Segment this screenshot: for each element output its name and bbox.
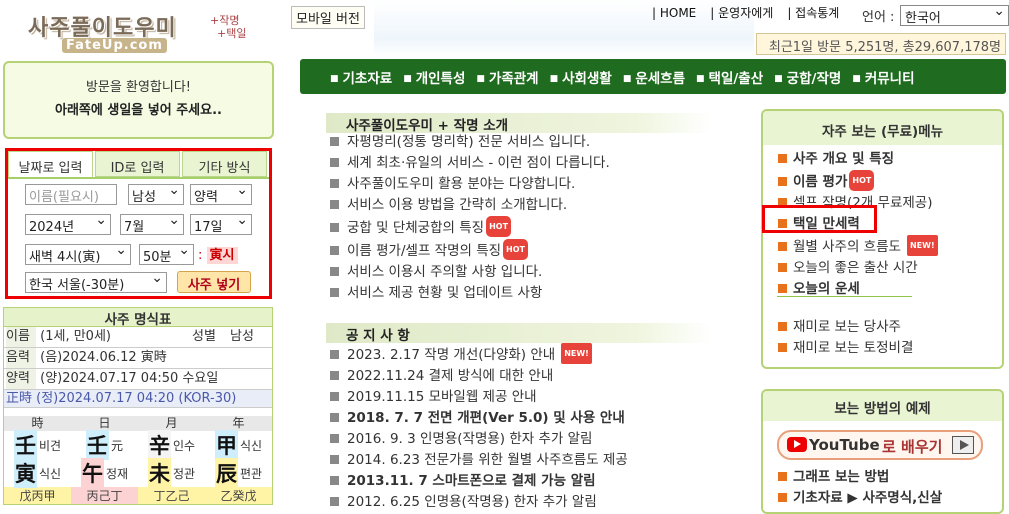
list-item[interactable]: 서비스 제공 현황 및 업데이트 사항 [330,283,610,304]
intro-list: 자평명리(정통 명리학) 전문 서비스 입니다. 세계 최초·유일의 서비스 -… [330,132,610,304]
pillar-day: 日 壬元 午 정재 丙己丁 [71,416,138,504]
list-item[interactable]: 2014. 6.23 전문가를 위한 월별 사주흐름도 제공 [330,450,628,471]
name-row: 이름 (1세, 만0세) 성별 남성 [4,327,272,348]
pillar-month: 月 辛 인수 未 정관 丁乙己 [138,416,205,504]
hot-badge: HOT [486,216,512,237]
list-item[interactable]: 사주풀이도우미 활용 분야는 다양합니다. [330,174,610,195]
corrected-time: 正時 (정)2024.07.17 04:20 (KOR-30) [4,390,272,408]
minute-select[interactable]: 50분 [139,242,194,265]
list-item[interactable]: 2022.11.24 결제 방식에 대한 안내 [330,366,628,387]
list-item[interactable]: 이름 평가/셀프 작명의 특징 HOT [330,239,610,262]
input-tabs: 날짜로 입력 ID로 입력 기타 방식 [8,151,269,179]
welcome-box: 방문을 환영합니다! 아래쪽에 생일을 넣어 주세요.. [3,61,274,139]
tab-other-input[interactable]: 기타 방식 [182,151,267,177]
welcome-line1: 방문을 환영합니다! [85,80,192,95]
ganji-hour: : 寅시 [198,244,238,264]
language-select[interactable]: 한국어 [900,3,1009,26]
fun-menu-list: 재미로 보는 당사주 재미로 보는 토정비결 [778,317,913,359]
nav-community[interactable]: 커뮤니티 [852,67,915,87]
nav-family[interactable]: 가족관계 [476,67,539,87]
mobile-version-button[interactable]: 모바일 버전 [291,6,365,29]
howto-title: 보는 방법의 예제 [763,391,1002,421]
site-logo[interactable]: 사주풀이도우미 +작명 +택일 FateUp.com [22,8,252,58]
menu-item[interactable]: 재미로 보는 당사주 [778,317,913,338]
day-select[interactable]: 17일 [190,212,252,235]
list-item[interactable]: 2023. 2.17 작명 개선(다양화) 안내 NEW! [330,343,628,366]
hot-badge: HOT [849,170,875,191]
pillar-hour: 時 壬 비견 寅 식신 戊丙甲 [4,416,71,504]
submit-saju-button[interactable]: 사주 넣기 [177,271,251,293]
tab-id-input[interactable]: ID로 입력 [95,151,180,177]
new-badge: NEW! [906,235,938,256]
stats-link[interactable]: | 접속통계 [787,6,839,20]
menu-divider [777,296,912,297]
nav-fortune[interactable]: 운세흐름 [623,67,685,87]
gender-select[interactable]: 남성 [128,182,184,205]
myungsik-title: 사주 명식표 [4,308,272,328]
logo-site: FateUp.com [62,38,167,53]
welcome-line2: 아래쪽에 생일을 넣어 주세요.. [55,103,222,118]
menu-item[interactable]: 월별 사주의 흐름도 NEW! [778,235,938,258]
intro-title: 사주풀이도우미 + 작명 소개 [326,113,712,134]
list-item[interactable]: 궁합 및 단체궁합의 특징 HOT [330,216,610,239]
list-item[interactable]: 자평명리(정통 명리학) 전문 서비스 입니다. [330,132,610,153]
menu-item[interactable]: 오늘의 좋은 출산 시간 [778,258,938,279]
pillar-year: 年 甲 식신 辰 편관 乙癸戊 [205,416,272,504]
highlight-box [762,205,877,233]
howto-list: 그래프 보는 방법 기초자료 ▶ 사주명식,신살 [778,467,942,509]
hot-badge: HOT [503,239,528,260]
list-item[interactable]: 2013.11. 7 스마트폰으로 결제 가능 알림 [330,471,628,492]
menu-item[interactable]: 이름 평가 HOT [778,170,938,193]
myungsik-table: 사주 명식표 이름 (1세, 만0세) 성별 남성 음력 (음)2024.06.… [3,307,273,505]
list-item[interactable]: 2018. 7. 7 전면 개편(Ver 5.0) 및 사용 안내 [330,408,628,429]
menu-item[interactable]: 재미로 보는 토정비결 [778,338,913,359]
free-menu-title: 자주 보는 (무료)메뉴 [763,111,1002,145]
visitor-counter: 최근1일 방문 5,251명, 총29,607,178명 [756,33,1006,55]
birth-input-form: 날짜로 입력 ID로 입력 기타 방식 이름(필요시) 남성 양력 2024년 … [5,148,272,299]
tab-date-input[interactable]: 날짜로 입력 [8,151,93,177]
logo-subtitle: +작명 +택일 [210,14,247,40]
list-item[interactable]: 2019.11.15 모바일웹 제공 안내 [330,387,628,408]
list-item[interactable]: 서비스 이용 방법을 간략히 소개합니다. [330,195,610,216]
notice-list: 2023. 2.17 작명 개선(다양화) 안내 NEW! 2022.11.24 … [330,343,628,513]
howto-box: 보는 방법의 예제 YouTube 로 배우기 그래프 보는 방법 기초자료 ▶… [761,389,1004,514]
hour-select[interactable]: 새벽 4시(寅) [25,242,131,265]
list-item[interactable]: 2016. 9. 3 인명용(작명용) 한자 추가 알림 [330,429,628,450]
home-link[interactable]: | HOME [652,6,696,20]
solar-row: 양력 (양)2024.07.17 04:50 수요일 [4,369,272,390]
play-icon [952,436,974,454]
calendar-select[interactable]: 양력 [190,182,252,205]
nav-social[interactable]: 사회생활 [550,67,612,87]
nav-match-naming[interactable]: 궁합/작명 [774,67,842,87]
free-menu-box: 자주 보는 (무료)메뉴 사주 개요 및 특징 이름 평가 HOT 셀프 작명(2… [761,109,1004,369]
list-item[interactable]: 세계 최초·유일의 서비스 - 이런 점이 다릅니다. [330,153,610,174]
contact-link[interactable]: | 운영자에게 [710,6,773,20]
language-label: 언어 : [862,10,895,25]
nav-date-birth[interactable]: 택일/출산 [696,67,764,87]
main-nav: 기초자료 개인특성 가족관계 사회생활 운세흐름 택일/출산 궁합/작명 커뮤니… [300,59,1006,94]
new-badge: NEW! [561,343,592,364]
lunar-row: 음력 (음)2024.06.12 寅時 [4,348,272,369]
four-pillars: 時 壬 비견 寅 식신 戊丙甲 日 壬元 午 정재 丙己丁 月 辛 인수 未 정관 丁乙己… [4,416,272,504]
top-links: | HOME | 운영자에게 | 접속통계 [652,4,853,21]
list-item[interactable]: 서비스 이용시 주의할 사항 입니다. [330,262,610,283]
notice-title: 공 지 사 항 [326,323,712,344]
nav-personal[interactable]: 개인특성 [403,67,466,87]
name-input[interactable]: 이름(필요시) [25,184,117,205]
howto-item[interactable]: 그래프 보는 방법 [778,467,942,488]
menu-item[interactable]: 사주 개요 및 특징 [778,149,938,170]
year-select[interactable]: 2024년 [25,212,111,235]
youtube-icon [787,437,807,452]
nav-basic[interactable]: 기초자료 [330,67,393,87]
location-select[interactable]: 한국 서울(-30분) [25,270,167,293]
list-item[interactable]: 2012. 6.25 인명용(작명용) 한자 추가 알림 [330,492,628,513]
youtube-learn-button[interactable]: YouTube 로 배우기 [777,430,983,460]
howto-item[interactable]: 기초자료 ▶ 사주명식,신살 [778,488,942,509]
month-select[interactable]: 7월 [120,212,184,235]
